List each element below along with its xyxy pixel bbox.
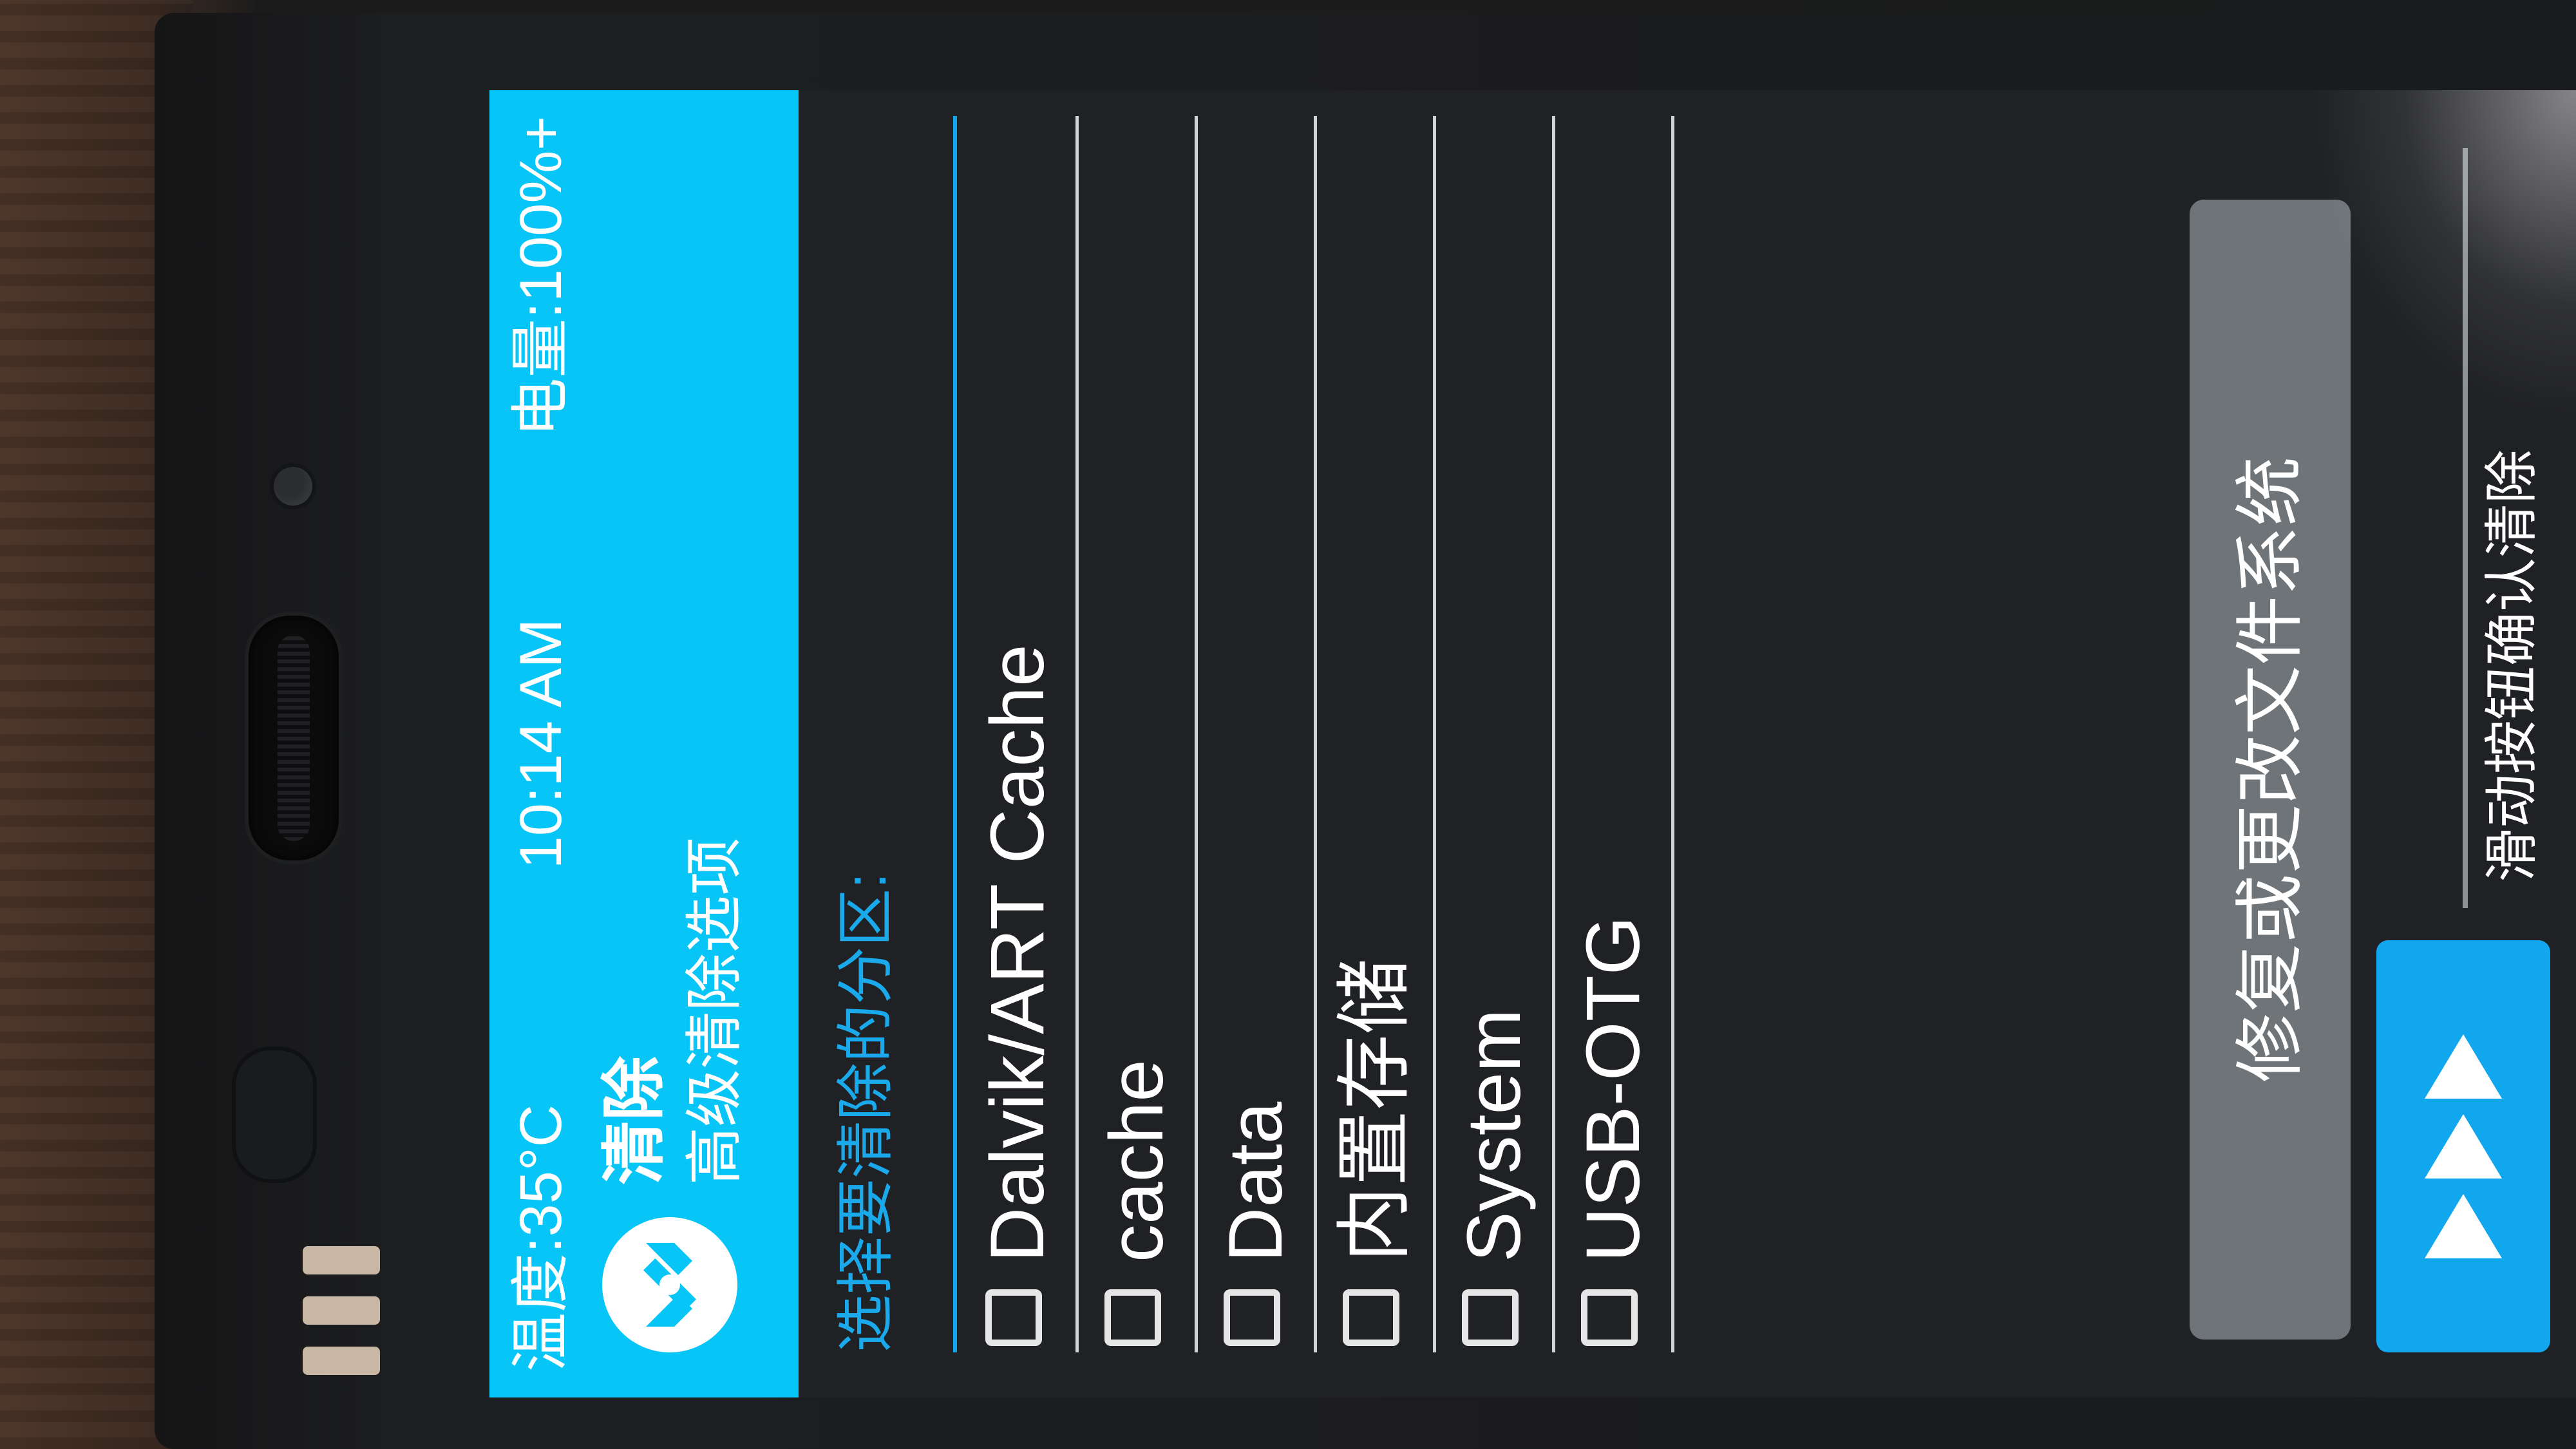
partition-item-internal-storage[interactable]: 内置存储	[1317, 116, 1436, 1352]
mi-logo-bar	[303, 1347, 380, 1375]
partition-label: Dalvik/ART Cache	[975, 644, 1060, 1262]
section-divider	[953, 116, 957, 1352]
page-title: 清除	[598, 1056, 670, 1185]
partition-item-usb-otg[interactable]: USB-OTG	[1555, 116, 1674, 1352]
earpiece-speaker	[245, 612, 343, 864]
header-bar: 温度:35°C 10:14 AM 电量:100%+ 清除 高级清除选项	[489, 90, 799, 1397]
checkbox[interactable]	[985, 1289, 1042, 1346]
mi-logo	[303, 1246, 380, 1375]
partition-label: cache	[1094, 1059, 1179, 1262]
partition-item-system[interactable]: System	[1436, 116, 1555, 1352]
photo-scene: 温度:35°C 10:14 AM 电量:100%+ 清除 高级清除选项 选择要清…	[0, 0, 2576, 1449]
front-key	[232, 1046, 317, 1183]
section-label: 选择要清除的分区:	[834, 872, 898, 1352]
twrp-logo-icon[interactable]	[602, 1217, 737, 1352]
checkbox[interactable]	[1462, 1289, 1519, 1346]
partition-item-dalvik[interactable]: Dalvik/ART Cache	[960, 116, 1079, 1352]
checkbox[interactable]	[1581, 1289, 1638, 1346]
mi-logo-bar	[303, 1296, 380, 1325]
arrow-right-icon	[2425, 1114, 2502, 1179]
page-subtitle: 高级清除选项	[683, 837, 747, 1185]
front-camera	[274, 467, 312, 506]
partition-item-data[interactable]: Data	[1198, 116, 1317, 1352]
checkbox[interactable]	[1104, 1289, 1161, 1346]
slider-divider	[2463, 148, 2468, 908]
arrow-right-icon	[2425, 1194, 2502, 1258]
partition-label: Data	[1213, 1101, 1298, 1262]
arrow-right-icon	[2425, 1034, 2502, 1099]
partition-label: 内置存储	[1332, 958, 1417, 1262]
slider-label: 滑动按钮确认清除	[2481, 449, 2542, 882]
status-bar: 温度:35°C 10:14 AM 电量:100%+	[502, 116, 580, 1372]
speaker-mesh	[278, 635, 310, 841]
battery-readout: 电量:100%+	[508, 116, 574, 437]
checkbox[interactable]	[1343, 1289, 1399, 1346]
checkbox[interactable]	[1224, 1289, 1280, 1346]
mi-logo-bar	[303, 1246, 380, 1274]
swipe-to-wipe-slider[interactable]: 滑动按钮确认清除	[2376, 90, 2576, 1397]
twrp-logo-svg	[608, 1223, 732, 1347]
slider-handle[interactable]	[2376, 940, 2550, 1352]
partition-item-cache[interactable]: cache	[1079, 116, 1198, 1352]
partition-label: USB-OTG	[1571, 916, 1656, 1262]
partition-label: System	[1452, 1009, 1537, 1262]
repair-filesystem-button[interactable]: 修复或更改文件系统	[2190, 200, 2351, 1340]
phone-screen: 温度:35°C 10:14 AM 电量:100%+ 清除 高级清除选项 选择要清…	[489, 90, 2576, 1397]
recovery-ui: 温度:35°C 10:14 AM 电量:100%+ 清除 高级清除选项 选择要清…	[489, 90, 2576, 1397]
